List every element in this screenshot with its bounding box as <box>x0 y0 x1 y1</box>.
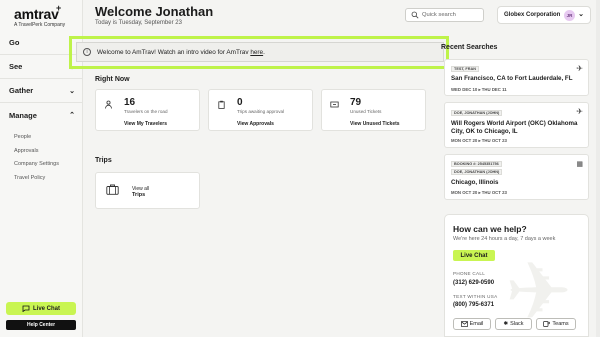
help-subtitle: We're here 24 hours a day, 7 days a week <box>453 236 556 242</box>
travelers-card[interactable]: 16 Travelers on the road View My Travele… <box>95 89 200 131</box>
ticket-icon <box>330 101 339 108</box>
sidebar-item-label: Manage <box>9 110 37 120</box>
travelers-desc: Travelers on the road <box>124 109 168 114</box>
mail-icon <box>460 321 468 327</box>
traveler-badge: TEST, FRAN <box>451 66 479 72</box>
slack-icon: ✱ <box>503 321 509 327</box>
flight-search-icon[interactable]: ✈ <box>576 107 583 116</box>
recent-search-item[interactable]: DOE, JONATHAN (JOHN) Will Rogers World A… <box>444 102 589 148</box>
search-icon <box>411 11 419 19</box>
approvals-count: 0 <box>237 97 243 108</box>
avatar: JR <box>564 10 575 21</box>
email-button[interactable]: Email <box>453 318 491 330</box>
view-all-trips-card[interactable]: View all Trips <box>95 172 200 209</box>
recent-search-item[interactable]: BOOKING #: 2545351756 DOE, JONATHAN (JOH… <box>444 154 589 200</box>
route-text: Will Rogers World Airport (OKC) Oklahoma… <box>451 120 578 135</box>
chevron-up-icon: ⌃ <box>69 112 75 119</box>
route-text: San Francisco, CA to Fort Lauderdale, FL <box>451 75 573 82</box>
unused-tickets-card[interactable]: 79 Unused Tickets View Unused Tickets <box>321 89 426 131</box>
teams-button[interactable]: Teams <box>536 318 576 330</box>
email-label: Email <box>469 321 484 327</box>
teams-icon <box>543 321 551 327</box>
live-chat-label: Live Chat <box>32 305 60 312</box>
sidebar-subitem-company-settings[interactable]: Company Settings <box>14 158 83 172</box>
date-range: MON OCT 20 ▸ THU OCT 23 <box>451 190 507 195</box>
traveler-badge: DOE, JONATHAN (JOHN) <box>451 110 503 116</box>
quick-search-input[interactable]: Quick search <box>405 8 484 22</box>
person-icon <box>105 100 112 109</box>
traveler-badge: DOE, JONATHAN (JOHN) <box>451 169 503 175</box>
search-placeholder: Quick search <box>422 12 456 18</box>
sidebar-subitem-approvals[interactable]: Approvals <box>14 145 83 159</box>
booking-badge: BOOKING #: 2545351756 <box>451 161 502 167</box>
phone-number[interactable]: (312) 629-0590 <box>453 280 494 286</box>
company-selector[interactable]: Globex Corporation JR ⌄ <box>497 6 591 24</box>
page-scrollbar[interactable] <box>596 0 600 337</box>
travelers-count: 16 <box>124 97 136 108</box>
approvals-card[interactable]: 0 Trips awaiting approval View Approvals <box>208 89 313 131</box>
recent-searches-heading: Recent Searches <box>441 44 498 51</box>
help-panel: ✈ How can we help? We're here 24 hours a… <box>444 214 589 337</box>
date-range: WED DEC 10 ▸ THU DEC 11 <box>451 87 507 92</box>
amtrav-logo[interactable]: amtrav + A TravelPerk Company <box>14 3 66 28</box>
text-number[interactable]: (800) 795-6371 <box>453 302 494 308</box>
approvals-desc: Trips awaiting approval <box>237 109 285 114</box>
view-approvals-link[interactable]: View Approvals <box>237 121 274 127</box>
suitcase-icon <box>106 184 119 195</box>
phone-call-label: PHONE CALL <box>453 271 486 276</box>
today-date: Today is Tuesday, September 23 <box>95 20 182 26</box>
sidebar-item-gather[interactable]: Gather ⌄ <box>0 79 83 103</box>
hotel-search-icon[interactable]: ▦ <box>576 160 583 168</box>
unused-tickets-count: 79 <box>350 97 362 108</box>
view-unused-tickets-link[interactable]: View Unused Tickets <box>350 121 400 127</box>
route-text: Chicago, Illinois <box>451 179 499 186</box>
slack-button[interactable]: ✱ Slack <box>495 318 532 330</box>
right-now-heading: Right Now <box>95 76 130 83</box>
banner-highlight-outline <box>69 36 449 69</box>
help-title: How can we help? <box>453 224 527 234</box>
flight-search-icon[interactable]: ✈ <box>576 64 583 73</box>
sidebar-item-label: Gather <box>9 86 34 95</box>
unused-tickets-desc: Unused Tickets <box>350 109 382 114</box>
date-range: MON OCT 20 ▸ THU OCT 23 <box>451 138 507 143</box>
trips-heading: Trips <box>95 157 112 164</box>
sidebar-live-chat-button[interactable]: Live Chat <box>6 302 76 315</box>
help-live-chat-button[interactable]: Live Chat <box>453 250 495 261</box>
sidebar-subitem-travel-policy[interactable]: Travel Policy <box>14 172 83 186</box>
recent-search-item[interactable]: TEST, FRAN San Francisco, CA to Fort Lau… <box>444 59 589 96</box>
text-within-usa-label: TEXT WITHIN USA <box>453 294 498 299</box>
trips-label: Trips <box>132 192 146 198</box>
sidebar-item-label: See <box>9 62 23 71</box>
manage-submenu: People Approvals Company Settings Travel… <box>0 127 83 189</box>
page-title: Welcome Jonathan <box>95 4 214 19</box>
chevron-down-icon: ⌄ <box>69 87 75 95</box>
chevron-down-icon: ⌄ <box>578 11 584 18</box>
logo-plus: + <box>56 3 62 13</box>
sidebar-item-label: Go <box>9 38 20 47</box>
view-travelers-link[interactable]: View My Travelers <box>124 121 167 127</box>
sidebar-item-manage[interactable]: Manage ⌃ <box>0 103 83 127</box>
sidebar-subitem-people[interactable]: People <box>14 131 83 145</box>
chat-icon <box>22 305 30 312</box>
logo-tagline: A TravelPerk Company <box>14 22 66 28</box>
teams-label: Teams <box>552 321 569 327</box>
clipboard-icon <box>218 100 225 109</box>
help-center-button[interactable]: Help Center <box>6 320 76 330</box>
slack-label: Slack <box>510 321 524 327</box>
company-name: Globex Corporation <box>504 12 561 18</box>
